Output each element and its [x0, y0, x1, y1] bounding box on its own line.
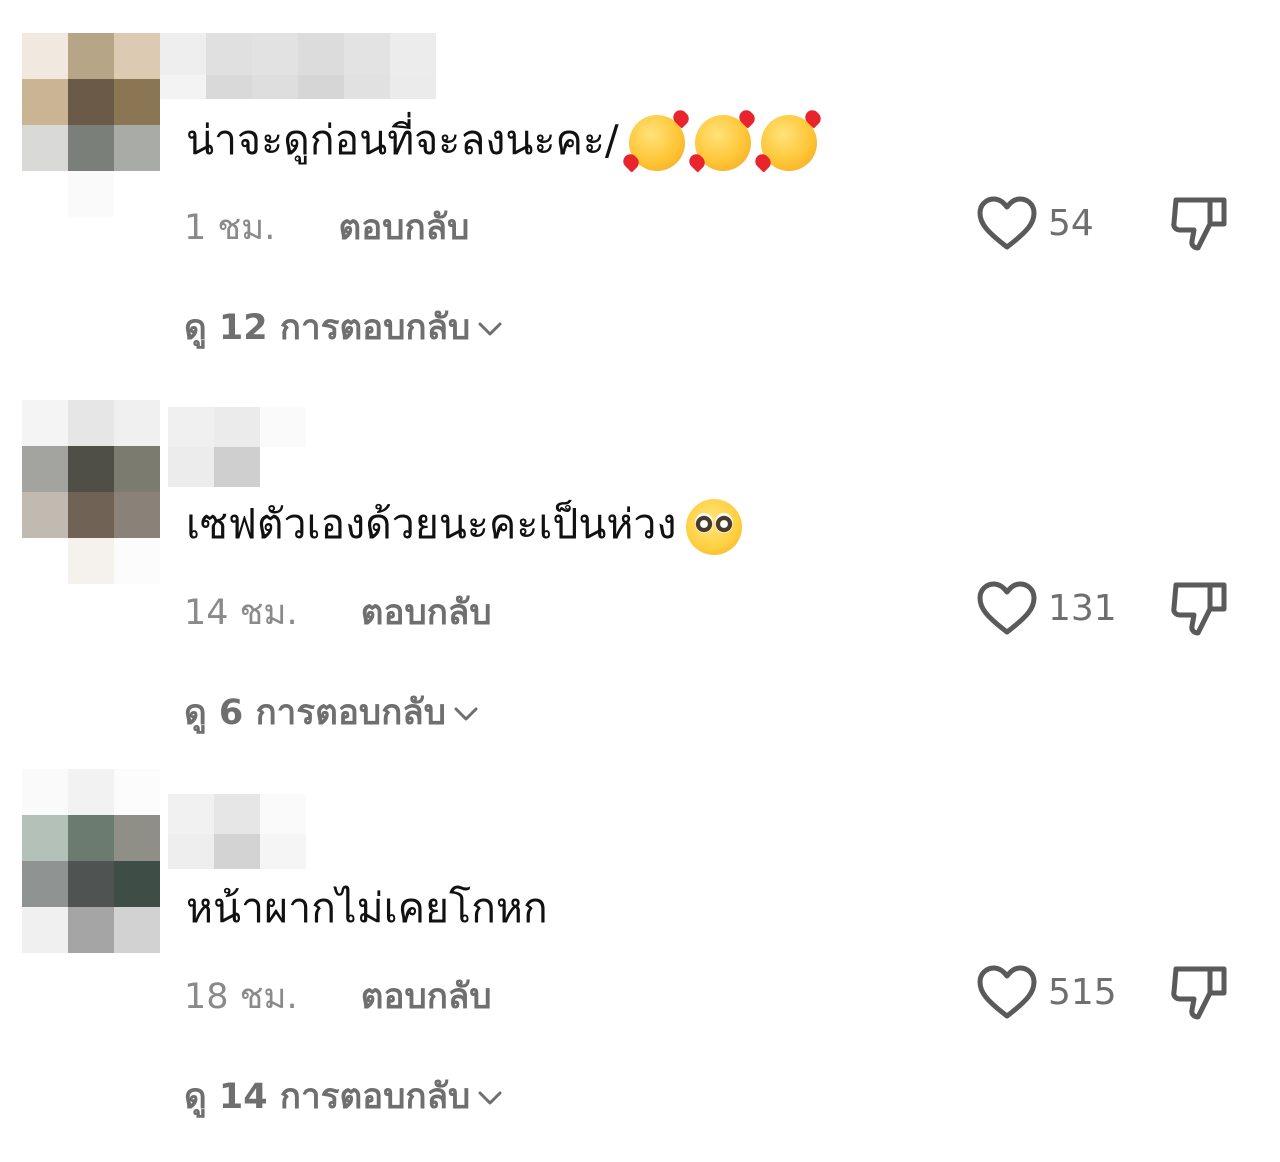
pleading-face-icon — [686, 499, 743, 555]
comment-item: หน้าผากไม่เคยโกหก 18 ชม. ตอบกลับ 515 ดู … — [0, 769, 1280, 1149]
view-replies-button[interactable]: ดู 12 การตอบกลับ — [184, 300, 504, 355]
comment-text: เซฟตัวเองด้วยนะคะเป็นห่วง — [186, 498, 743, 555]
view-replies-button[interactable]: ดู 6 การตอบกลับ — [184, 685, 480, 740]
comment-body: หน้าผากไม่เคยโกหก — [186, 884, 548, 932]
dislike-button[interactable] — [1168, 579, 1230, 639]
comment-text: หน้าผากไม่เคยโกหก — [186, 882, 548, 934]
comment-body: เซฟตัวเองด้วยนะคะเป็นห่วง — [186, 500, 677, 548]
like-button[interactable]: 54 — [976, 193, 1094, 253]
reply-button[interactable]: ตอบกลับ — [361, 585, 492, 640]
comment-body: น่าจะดูก่อนที่จะลงนะคะ/ — [186, 116, 619, 164]
chevron-down-icon — [454, 707, 478, 720]
view-replies-label: ดู 14 การตอบกลับ — [184, 1077, 471, 1117]
heart-icon — [977, 196, 1037, 250]
username-pixelated[interactable] — [168, 794, 306, 869]
username-pixelated[interactable] — [168, 407, 306, 487]
timestamp: 18 ชม. — [184, 977, 298, 1017]
smiling-face-with-hearts-icon — [694, 115, 751, 171]
dislike-button[interactable] — [1168, 963, 1230, 1023]
timestamp: 1 ชม. — [184, 208, 276, 248]
view-replies-label: ดู 12 การตอบกลับ — [184, 308, 471, 348]
avatar[interactable] — [22, 769, 160, 953]
comment-meta: 18 ชม. ตอบกลับ — [184, 969, 492, 1024]
reply-button[interactable]: ตอบกลับ — [361, 969, 492, 1024]
timestamp: 14 ชม. — [184, 593, 298, 633]
like-count: 515 — [1048, 971, 1117, 1013]
chevron-down-icon — [478, 1091, 502, 1104]
reply-button[interactable]: ตอบกลับ — [339, 200, 470, 255]
comment-text: น่าจะดูก่อนที่จะลงนะคะ/ — [186, 114, 817, 171]
like-button[interactable]: 131 — [976, 578, 1117, 638]
username-pixelated[interactable] — [160, 33, 436, 99]
avatar[interactable] — [22, 400, 160, 584]
heart-icon — [977, 965, 1037, 1019]
smiling-face-with-hearts-icon — [760, 115, 817, 171]
thumbs-down-icon — [1171, 966, 1227, 1020]
comment-meta: 1 ชม. ตอบกลับ — [184, 200, 469, 255]
comment-item: น่าจะดูก่อนที่จะลงนะคะ/ 1 ชม. ตอบกลับ 54… — [0, 0, 1280, 380]
comment-meta: 14 ชม. ตอบกลับ — [184, 585, 492, 640]
heart-icon — [977, 581, 1037, 635]
dislike-button[interactable] — [1168, 194, 1230, 254]
view-replies-button[interactable]: ดู 14 การตอบกลับ — [184, 1069, 504, 1124]
chevron-down-icon — [478, 322, 502, 335]
view-replies-label: ดู 6 การตอบกลับ — [184, 693, 446, 733]
like-count: 54 — [1048, 202, 1094, 244]
avatar[interactable] — [22, 33, 160, 217]
thumbs-down-icon — [1171, 197, 1227, 251]
comment-item: เซฟตัวเองด้วยนะคะเป็นห่วง 14 ชม. ตอบกลับ… — [0, 385, 1280, 765]
like-button[interactable]: 515 — [976, 962, 1117, 1022]
thumbs-down-icon — [1171, 582, 1227, 636]
like-count: 131 — [1048, 587, 1117, 629]
smiling-face-with-hearts-icon — [628, 115, 685, 171]
